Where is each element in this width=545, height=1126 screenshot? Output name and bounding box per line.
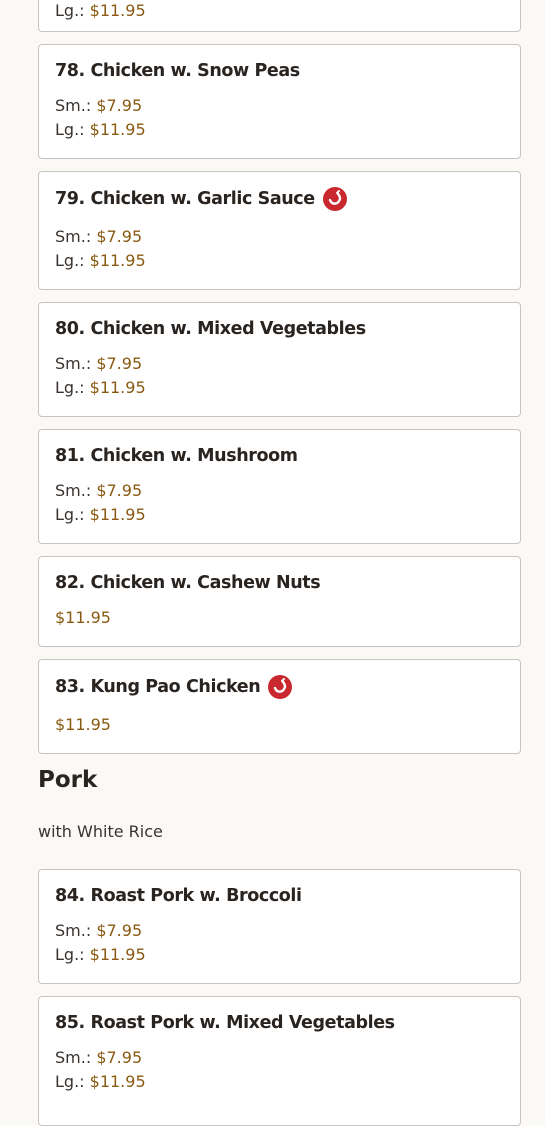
price-value: $11.95 bbox=[89, 945, 146, 964]
price-line: $11.95 bbox=[55, 715, 111, 734]
menu-item-card[interactable]: 81. Chicken w. Mushroom Sm.: $7.95 Lg.: … bbox=[38, 429, 521, 544]
price-line: $11.95 bbox=[55, 608, 111, 627]
menu-item-name: 78. Chicken w. Snow Peas bbox=[55, 61, 300, 81]
small-price-line: Sm.: $7.95 bbox=[55, 227, 142, 246]
small-price-line: Sm.: $7.95 bbox=[55, 481, 142, 500]
size-label: Sm.: bbox=[55, 227, 92, 246]
price-value: $11.95 bbox=[55, 715, 111, 734]
menu-item-name: 81. Chicken w. Mushroom bbox=[55, 446, 298, 466]
price-value: $11.95 bbox=[89, 120, 146, 139]
menu-item-name: 83. Kung Pao Chicken bbox=[55, 675, 293, 699]
price-value: $7.95 bbox=[96, 354, 143, 373]
chili-pepper-icon bbox=[322, 187, 347, 211]
menu-item-name: 85. Roast Pork w. Mixed Vegetables bbox=[55, 1013, 395, 1033]
menu-item-card[interactable]: 78. Chicken w. Snow Peas Sm.: $7.95 Lg.:… bbox=[38, 44, 521, 159]
menu-item-card[interactable]: 82. Chicken w. Cashew Nuts $11.95 bbox=[38, 556, 521, 647]
menu-item-card[interactable]: Lg.: $11.95 bbox=[38, 0, 521, 32]
menu-item-name: 84. Roast Pork w. Broccoli bbox=[55, 886, 302, 906]
menu-item-card[interactable]: 80. Chicken w. Mixed Vegetables Sm.: $7.… bbox=[38, 302, 521, 417]
menu-item-card[interactable]: 79. Chicken w. Garlic Sauce Sm.: $7.95 L… bbox=[38, 171, 521, 290]
section-title: Pork bbox=[38, 767, 98, 793]
large-price-line: Lg.: $11.95 bbox=[55, 1, 146, 20]
size-label: Lg.: bbox=[55, 1, 85, 20]
price-value: $11.95 bbox=[89, 1072, 146, 1091]
small-price-line: Sm.: $7.95 bbox=[55, 96, 142, 115]
small-price-line: Sm.: $7.95 bbox=[55, 1048, 142, 1067]
size-label: Sm.: bbox=[55, 481, 92, 500]
menu-item-card[interactable]: 84. Roast Pork w. Broccoli Sm.: $7.95 Lg… bbox=[38, 869, 521, 984]
price-value: $11.95 bbox=[89, 378, 146, 397]
section-subtitle: with White Rice bbox=[38, 822, 163, 841]
large-price-line: Lg.: $11.95 bbox=[55, 120, 146, 139]
small-price-line: Sm.: $7.95 bbox=[55, 354, 142, 373]
large-price-line: Lg.: $11.95 bbox=[55, 251, 146, 270]
price-value: $7.95 bbox=[96, 481, 143, 500]
size-label: Lg.: bbox=[55, 1072, 85, 1091]
large-price-line: Lg.: $11.95 bbox=[55, 505, 146, 524]
size-label: Sm.: bbox=[55, 921, 92, 940]
size-label: Lg.: bbox=[55, 251, 85, 270]
size-label: Lg.: bbox=[55, 945, 85, 964]
price-value: $7.95 bbox=[96, 227, 143, 246]
price-value: $7.95 bbox=[96, 921, 143, 940]
price-value: $7.95 bbox=[96, 1048, 143, 1067]
large-price-line: Lg.: $11.95 bbox=[55, 1072, 146, 1091]
large-price-line: Lg.: $11.95 bbox=[55, 378, 146, 397]
size-label: Sm.: bbox=[55, 1048, 92, 1067]
price-value: $11.95 bbox=[55, 608, 111, 627]
price-value: $11.95 bbox=[89, 505, 146, 524]
price-value: $11.95 bbox=[89, 1, 146, 20]
size-label: Lg.: bbox=[55, 505, 85, 524]
size-label: Lg.: bbox=[55, 378, 85, 397]
price-value: $7.95 bbox=[96, 96, 143, 115]
price-value: $11.95 bbox=[89, 251, 146, 270]
size-label: Sm.: bbox=[55, 354, 92, 373]
menu-item-name: 82. Chicken w. Cashew Nuts bbox=[55, 573, 321, 593]
size-label: Lg.: bbox=[55, 120, 85, 139]
menu-item-name: 80. Chicken w. Mixed Vegetables bbox=[55, 319, 366, 339]
menu-item-name: 79. Chicken w. Garlic Sauce bbox=[55, 187, 347, 211]
small-price-line: Sm.: $7.95 bbox=[55, 921, 142, 940]
large-price-line: Lg.: $11.95 bbox=[55, 945, 146, 964]
size-label: Sm.: bbox=[55, 96, 92, 115]
menu-item-card[interactable]: 83. Kung Pao Chicken $11.95 bbox=[38, 659, 521, 754]
chili-pepper-icon bbox=[268, 675, 293, 699]
